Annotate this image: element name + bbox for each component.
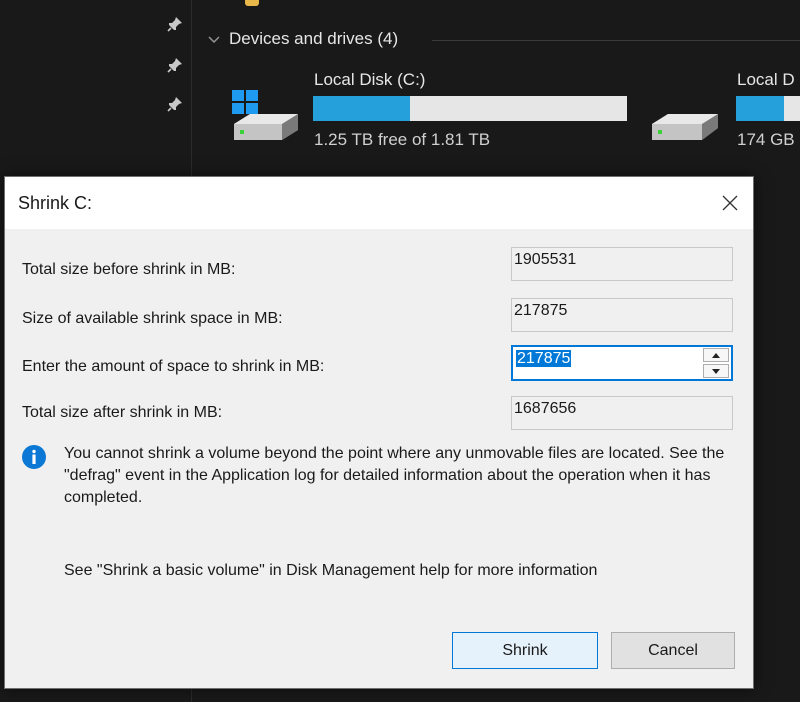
stepper-buttons (703, 348, 729, 378)
pin-icon[interactable] (166, 15, 184, 33)
available-shrink-space-label: Size of available shrink space in MB: (22, 310, 283, 327)
shrink-dialog: Shrink C: Total size before shrink in MB… (4, 176, 754, 689)
group-divider (432, 40, 800, 41)
drive-d-usage-fill (736, 96, 784, 121)
drive-d-name[interactable]: Local D (737, 70, 795, 90)
total-size-before-field: 1905531 (511, 247, 733, 281)
drive-c-usage-fill (313, 96, 411, 121)
chevron-down-icon[interactable] (207, 32, 221, 46)
chevron-up-icon (712, 352, 720, 358)
shrink-amount-stepper[interactable]: 217875 (511, 345, 733, 381)
decrement-button[interactable] (703, 364, 729, 378)
system-drive-icon[interactable] (228, 86, 300, 142)
folder-icon[interactable] (245, 0, 259, 6)
drive-d-usage-bar (736, 96, 800, 121)
shrink-button[interactable]: Shrink (452, 632, 598, 669)
chevron-down-icon (712, 368, 720, 374)
total-size-after-field: 1687656 (511, 396, 733, 430)
drive-icon[interactable] (650, 104, 722, 144)
cancel-button[interactable]: Cancel (611, 632, 735, 669)
available-shrink-space-field: 217875 (511, 298, 733, 332)
increment-button[interactable] (703, 348, 729, 362)
group-header-label: Devices and drives (4) (229, 29, 399, 48)
drive-d-free-space: 174 GB (737, 130, 795, 149)
drive-c-free-space: 1.25 TB free of 1.81 TB (314, 130, 491, 149)
dialog-titlebar[interactable]: Shrink C: (5, 177, 753, 229)
devices-group-header[interactable]: Devices and drives (4) (207, 28, 398, 50)
drive-c-usage-bar (313, 96, 627, 121)
info-message: You cannot shrink a volume beyond the po… (64, 445, 725, 506)
help-message: See "Shrink a basic volume" in Disk Mana… (64, 562, 598, 579)
total-size-before-label: Total size before shrink in MB: (22, 261, 236, 278)
drive-c-name[interactable]: Local Disk (C:) (314, 70, 425, 90)
pin-icon[interactable] (166, 95, 184, 113)
close-icon (722, 195, 738, 211)
shrink-amount-selected-text: 217875 (516, 350, 572, 367)
shrink-amount-input[interactable]: 217875 (513, 347, 705, 379)
info-icon (22, 445, 46, 469)
shrink-amount-label: Enter the amount of space to shrink in M… (22, 358, 325, 375)
pin-icon[interactable] (166, 56, 184, 74)
dialog-title: Shrink C: (18, 193, 93, 213)
close-button[interactable] (707, 177, 753, 229)
total-size-after-label: Total size after shrink in MB: (22, 404, 223, 421)
